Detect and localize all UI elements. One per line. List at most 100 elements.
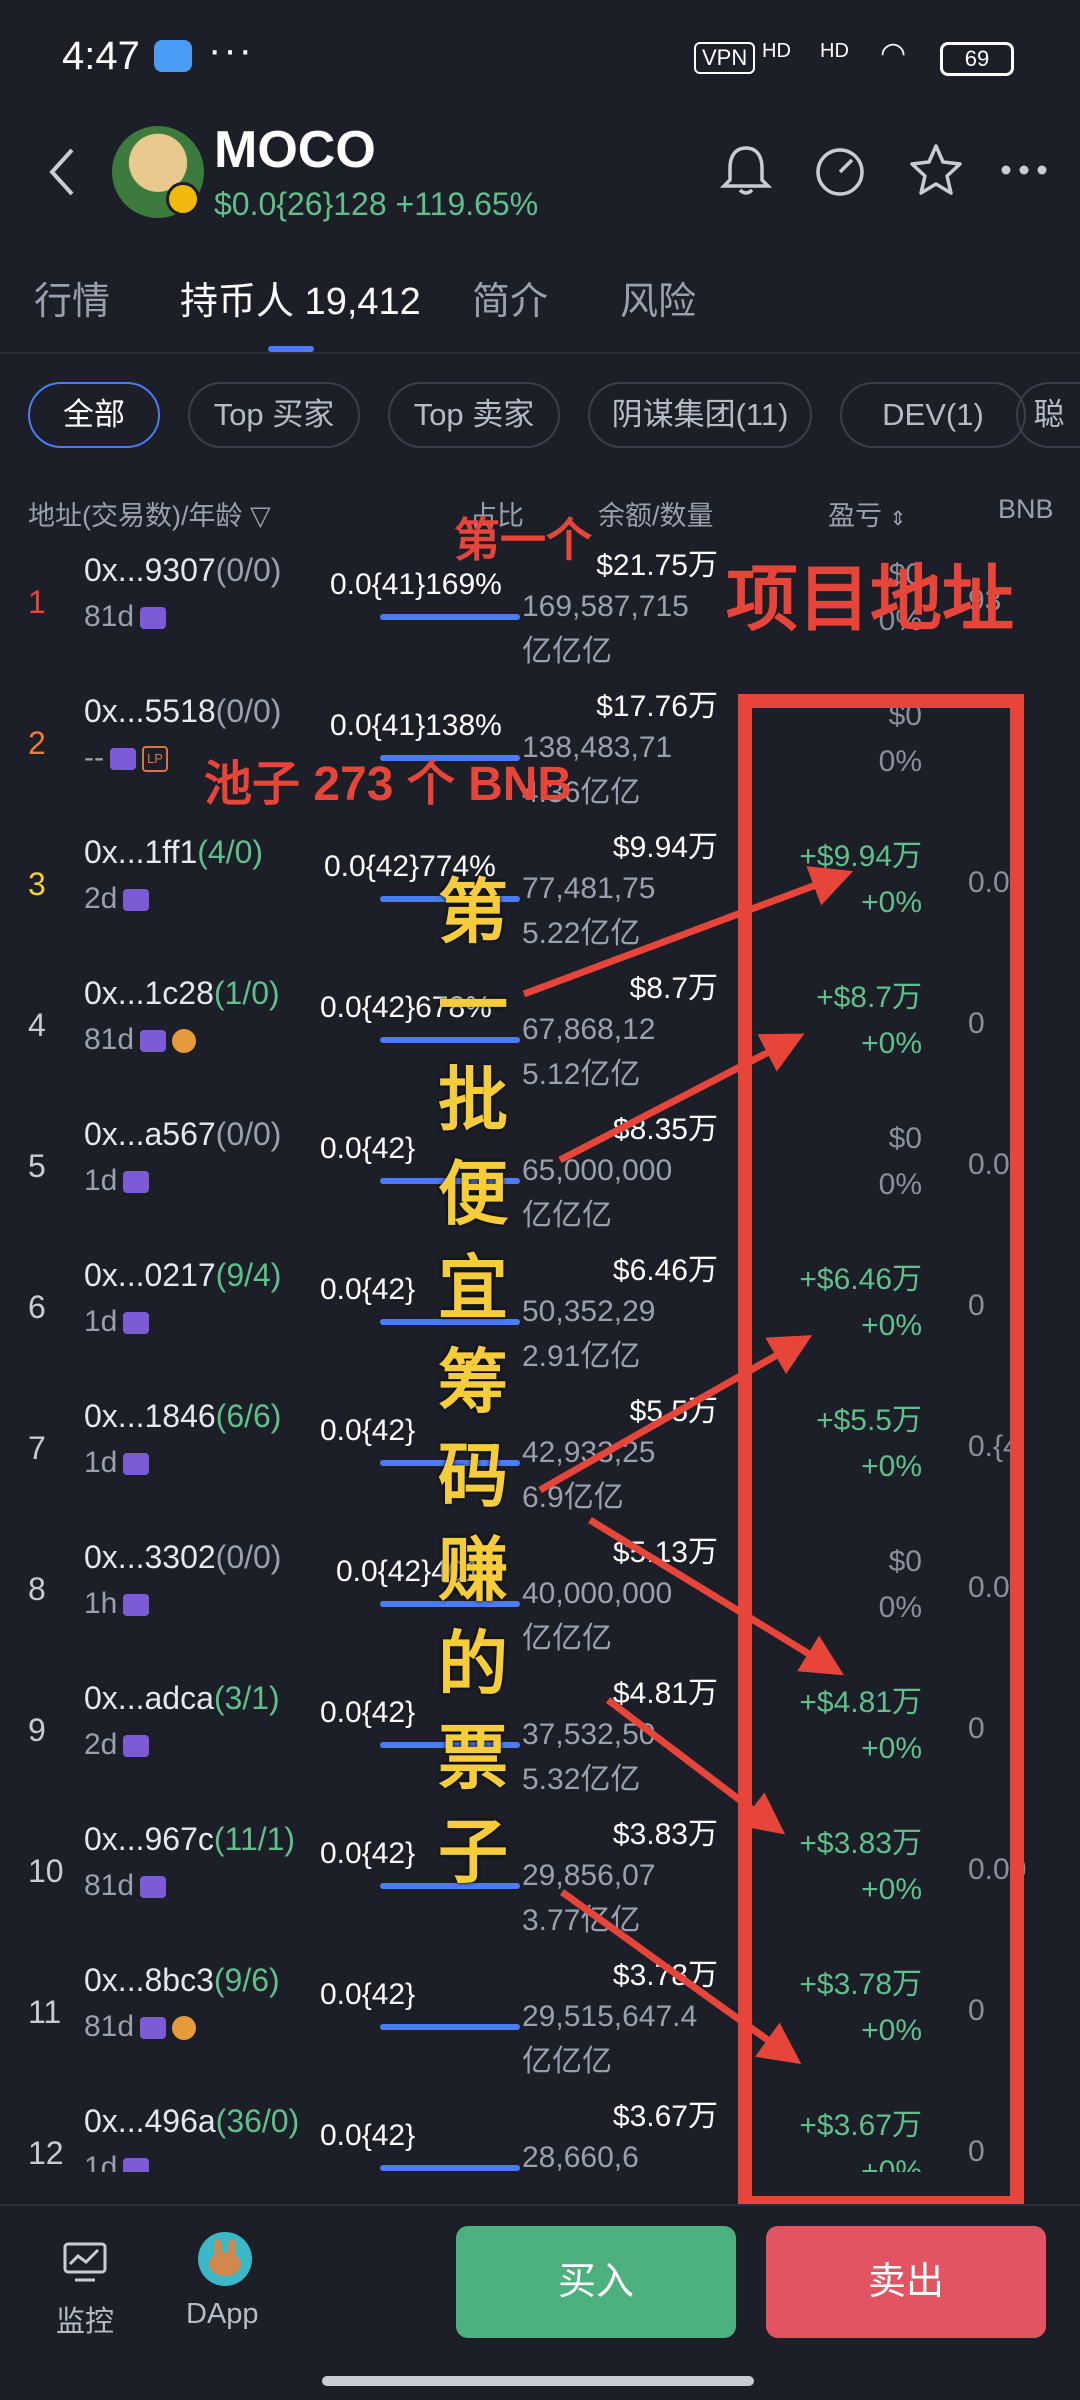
table-row[interactable]: 11 0x...8bc3(9/6) 81d 0.0{42} $3.78万 29,515,6… [0, 1950, 1080, 2091]
table-row[interactable]: 9 0x...adca(3/1) 2d 0.0{42} $4.81万 37,532,50 5… [0, 1668, 1080, 1809]
bottom-bar: 监控 DApp 买入 卖出 [0, 2204, 1080, 2400]
address-text: 0x...0217 [84, 1257, 216, 1293]
tx-count: (36/0) [215, 2103, 300, 2139]
col-pnl[interactable]: 盈亏 ⇕ [828, 494, 906, 533]
holder-address[interactable]: 0x...adca(3/1) [84, 1680, 280, 1717]
bell-icon[interactable] [716, 140, 776, 200]
holder-rank: 1 [28, 584, 46, 620]
holder-percentage: 0.0{42}774% [324, 850, 496, 883]
percentage-bar [380, 2165, 520, 2171]
home-indicator[interactable] [322, 2376, 754, 2386]
tab-market[interactable]: 行情 [34, 270, 110, 325]
more-icon[interactable] [994, 140, 1054, 200]
holder-age: 2d [84, 1728, 150, 1762]
holder-percentage: 0.0{42} [320, 1414, 416, 1447]
holder-address[interactable]: 0x...1c28(1/0) [84, 975, 280, 1012]
holder-address[interactable]: 0x...967c(11/1) [84, 1821, 295, 1858]
table-row[interactable]: 6 0x...0217(9/4) 1d 0.0{42} $6.46万 50,352,29 2… [0, 1245, 1080, 1386]
tab-holders[interactable]: 持币人 19,412 [180, 270, 421, 325]
sell-button[interactable]: 卖出 [766, 2226, 1046, 2338]
holder-balance: $21.75万 [596, 549, 718, 582]
holder-address[interactable]: 0x...1ff1(4/0) [84, 834, 263, 871]
holder-quantity: 29,515,647.4 亿亿亿 [522, 1994, 697, 2084]
star-icon[interactable] [906, 140, 966, 200]
monitor-label[interactable]: 监控 [56, 2298, 114, 2340]
age-text: 2d [84, 1728, 118, 1761]
holder-balance: $8.35万 [612, 1113, 718, 1146]
gauge-icon[interactable] [810, 140, 870, 200]
table-row[interactable]: 8 0x...3302(0/0) 1h 0.0{42}401 $5.13万 40,000,… [0, 1527, 1080, 1668]
money-bag-icon [172, 1029, 197, 1054]
filter-dev[interactable]: DEV(1) [840, 382, 1026, 448]
table-row[interactable]: 7 0x...1846(6/6) 1d 0.0{42} $5.5万 42,933,25 6.… [0, 1386, 1080, 1527]
top-holder-icon [123, 1312, 150, 1335]
filter-top-sellers[interactable]: Top 卖家 [388, 382, 560, 448]
address-text: 0x...1846 [84, 1398, 216, 1434]
holder-rank: 11 [28, 1994, 62, 2030]
dapp-label[interactable]: DApp [186, 2298, 259, 2331]
tab-risk[interactable]: 风险 [620, 270, 696, 325]
signal-icon: HD [762, 40, 791, 62]
age-text: 1d [84, 1305, 118, 1338]
pnl-value: +$3.78万 [799, 1968, 922, 2001]
signal-icon-2: HD [820, 40, 849, 62]
percentage-bar [380, 2024, 520, 2030]
sort-icon[interactable]: ⇕ [890, 508, 907, 530]
holder-quantity: 67,868,12 5.12亿亿 [522, 1007, 655, 1097]
table-row[interactable]: 5 0x...a567(0/0) 1d 0.0{42} $8.35万 65,000,000… [0, 1104, 1080, 1245]
percentage-bar [380, 896, 520, 902]
holder-balance: $4.81万 [612, 1677, 718, 1710]
holder-address[interactable]: 0x...496a(36/0) [84, 2103, 299, 2140]
holder-quantity: 40,000,000 亿亿亿 [522, 1571, 672, 1661]
holder-address[interactable]: 0x...0217(9/4) [84, 1257, 281, 1294]
back-arrow-icon[interactable] [42, 142, 82, 202]
holder-pnl: +$8.7万 +0% [816, 975, 922, 1067]
monitor-icon[interactable] [60, 2236, 110, 2286]
buy-button[interactable]: 买入 [456, 2226, 736, 2338]
holder-address[interactable]: 0x...1846(6/6) [84, 1398, 281, 1435]
quantity-line-1: 77,481,75 [522, 872, 656, 905]
quantity-line-2: 亿亿亿 [522, 2045, 612, 2078]
holder-bnb: 93 [968, 584, 1002, 617]
age-text: -- [84, 741, 104, 774]
holder-pnl: +$3.78万 +0% [799, 1962, 922, 2054]
filter-cabal[interactable]: 阴谋集团(11) [588, 382, 812, 448]
table-row[interactable]: 12 0x...496a(36/0) 1d 0.0{42} $3.67万 28,660,6… [0, 2091, 1080, 2172]
tx-count: (9/4) [215, 1257, 282, 1293]
filter-all[interactable]: 全部 [28, 382, 160, 448]
holder-percentage: 0.0{42} [320, 1837, 416, 1870]
address-text: 0x...1ff1 [84, 834, 198, 870]
filter-icon[interactable]: ▽ [250, 501, 271, 531]
filter-smart[interactable]: 聪 [1016, 382, 1080, 448]
holder-address[interactable]: 0x...a567(0/0) [84, 1116, 281, 1153]
tx-count: (1/0) [213, 975, 280, 1011]
filter-top-buyers[interactable]: Top 买家 [188, 382, 360, 448]
holder-pnl: +$3.67万 +0% [799, 2103, 922, 2172]
col-bnb[interactable]: BNB [998, 494, 1054, 525]
holder-address[interactable]: 0x...9307(0/0) [84, 552, 281, 589]
col-ratio[interactable]: 占比 [470, 494, 524, 533]
table-row[interactable]: 2 0x...5518(0/0) -- LP 0.0{41}138% $17.76万 138… [0, 681, 1080, 822]
tab-intro[interactable]: 简介 [472, 270, 548, 325]
quantity-line-1: 40,000,000 [522, 1577, 673, 1610]
holder-quantity: 28,660,6 [522, 2135, 639, 2172]
holder-quantity: 169,587,715 亿亿亿 [522, 584, 689, 674]
address-text: 0x...5518 [84, 693, 216, 729]
pnl-percent: +0% [861, 1732, 922, 1765]
holder-address[interactable]: 0x...5518(0/0) [84, 693, 281, 730]
holder-address[interactable]: 0x...8bc3(9/6) [84, 1962, 280, 1999]
holder-percentage: 0.0{42} [320, 1132, 416, 1165]
holder-quantity: 50,352,29 2.91亿亿 [522, 1289, 655, 1379]
address-text: 0x...496a [84, 2103, 216, 2139]
col-address[interactable]: 地址(交易数)/年龄 ▽ [28, 494, 271, 533]
table-row[interactable]: 1 0x...9307(0/0) 81d 0.0{41}169% $21.75万 169,… [0, 540, 1080, 681]
pancakeswap-icon[interactable] [196, 2230, 254, 2288]
table-row[interactable]: 10 0x...967c(11/1) 81d 0.0{42} $3.83万 29,856,… [0, 1809, 1080, 1950]
col-balance[interactable]: 余额/数量 [598, 494, 714, 533]
quantity-line-2: 6.9亿亿 [522, 1481, 624, 1514]
table-row[interactable]: 4 0x...1c28(1/0) 81d 0.0{42}678% $8.7万 67,868… [0, 963, 1080, 1104]
pnl-percent: 0% [878, 1591, 922, 1624]
table-row[interactable]: 3 0x...1ff1(4/0) 2d 0.0{42}774% $9.94万 77,481… [0, 822, 1080, 963]
holder-address[interactable]: 0x...3302(0/0) [84, 1539, 281, 1576]
quantity-line-2: 5.32亿亿 [522, 1763, 641, 1796]
